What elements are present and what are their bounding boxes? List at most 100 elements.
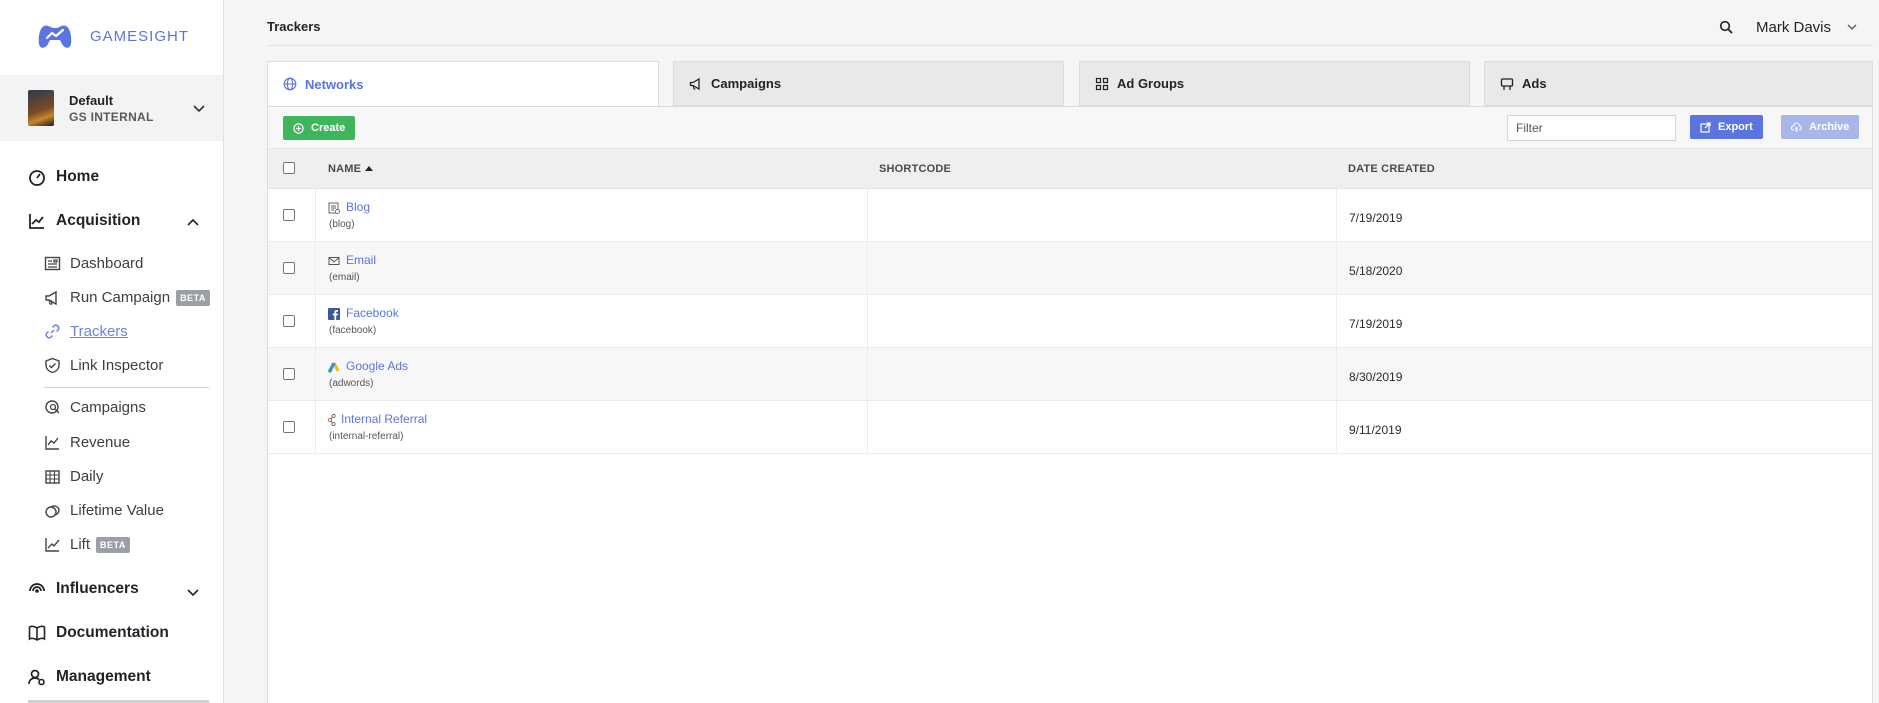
- sidebar-item-trackers[interactable]: Trackers: [44, 323, 128, 340]
- network-code: (email): [329, 272, 360, 283]
- nav-documentation[interactable]: Documentation: [28, 624, 169, 642]
- nav-acquisition[interactable]: Acquisition: [28, 212, 140, 230]
- sidebar-item-campaigns[interactable]: Campaigns: [44, 399, 146, 416]
- nav-documentation-label: Documentation: [56, 624, 169, 641]
- users-cog-icon: [28, 669, 45, 686]
- network-code: (internal-referral): [329, 431, 404, 442]
- date-created: 7/19/2019: [1349, 211, 1403, 225]
- column-divider: [1336, 189, 1337, 241]
- nav-influencers[interactable]: Influencers: [28, 580, 139, 598]
- network-name-link[interactable]: Email: [346, 253, 376, 267]
- create-button[interactable]: Create: [283, 116, 356, 140]
- network-name-link[interactable]: Google Ads: [346, 359, 408, 373]
- date-created: 5/18/2020: [1349, 264, 1403, 278]
- sidebar-item-label: Daily: [70, 468, 104, 485]
- row-checkbox[interactable]: [283, 262, 295, 274]
- plus-circle-icon: [293, 122, 304, 134]
- grid-icon: [1095, 77, 1109, 90]
- table-row: Blog (blog) 7/19/2019: [268, 189, 1872, 242]
- nav-divider: [44, 387, 209, 388]
- tab-label: Ad Groups: [1117, 76, 1185, 91]
- brand-logo[interactable]: GAMESIGHT: [38, 22, 189, 50]
- network-name-link[interactable]: Blog: [346, 200, 370, 214]
- cloud-upload-icon: [1791, 122, 1802, 132]
- column-header-date-created[interactable]: DATE CREATED: [1348, 163, 1435, 175]
- globe-icon: [283, 77, 297, 91]
- row-checkbox[interactable]: [283, 209, 295, 221]
- sidebar-item-revenue[interactable]: Revenue: [44, 434, 130, 451]
- sort-ascending-icon: [365, 166, 374, 171]
- column-divider: [315, 401, 316, 453]
- filter-input[interactable]: [1507, 115, 1676, 141]
- column-divider: [867, 295, 868, 347]
- network-code: (facebook): [329, 325, 377, 336]
- tab-networks[interactable]: Networks: [267, 61, 659, 107]
- beta-badge: BETA: [96, 536, 130, 553]
- sidebar-item-label: Campaigns: [70, 399, 146, 416]
- page-title: Trackers: [267, 19, 321, 34]
- column-divider: [315, 295, 316, 347]
- column-divider: [867, 242, 868, 294]
- network-code: (blog): [329, 219, 355, 230]
- trackers-panel: Create Export Archive NAME SHORTCODE DAT…: [267, 106, 1873, 703]
- search-icon[interactable]: [1719, 20, 1733, 34]
- nav-home-label: Home: [56, 168, 100, 185]
- column-header-shortcode[interactable]: SHORTCODE: [879, 163, 951, 175]
- sidebar-item-link-inspector[interactable]: Link Inspector: [44, 357, 163, 374]
- external-link-icon: [1700, 121, 1711, 133]
- billboard-icon: [1500, 77, 1514, 90]
- sidebar-item-lifetime-value[interactable]: Lifetime Value: [44, 502, 164, 519]
- google-ads-icon: [328, 362, 340, 373]
- chevron-up-icon[interactable]: [186, 215, 200, 229]
- link-icon: [45, 324, 60, 339]
- column-header-name[interactable]: NAME: [328, 163, 374, 175]
- chevron-down-icon[interactable]: [1846, 21, 1858, 33]
- referral-icon: [328, 414, 336, 426]
- workspace-switcher[interactable]: Default GS INTERNAL: [0, 75, 223, 141]
- sidebar-item-run-campaign[interactable]: Run Campaign BETA: [44, 289, 210, 306]
- nav-management[interactable]: Management: [28, 668, 151, 686]
- network-name-link[interactable]: Facebook: [346, 306, 399, 320]
- column-divider: [1336, 348, 1337, 400]
- column-divider: [315, 189, 316, 241]
- sidebar: GAMESIGHT Default GS INTERNAL Home Acqui…: [0, 0, 224, 703]
- tab-label: Campaigns: [711, 76, 782, 91]
- tab-campaigns[interactable]: Campaigns: [673, 61, 1064, 106]
- nav-home[interactable]: Home: [28, 168, 99, 186]
- calendar-icon: [45, 470, 60, 484]
- megaphone-icon: [45, 290, 57, 306]
- column-label: NAME: [328, 163, 362, 175]
- trend-up-icon: [45, 538, 60, 552]
- tab-label: Ads: [1522, 76, 1547, 91]
- tab-ads[interactable]: Ads: [1484, 61, 1873, 106]
- sidebar-item-dashboard[interactable]: Dashboard: [44, 255, 143, 272]
- nav-influencers-label: Influencers: [56, 580, 139, 597]
- column-divider: [1336, 295, 1337, 347]
- table-row: Internal Referral (internal-referral) 9/…: [268, 401, 1872, 454]
- column-divider: [315, 242, 316, 294]
- export-button[interactable]: Export: [1690, 115, 1763, 139]
- network-code: (adwords): [329, 378, 374, 389]
- select-all-checkbox[interactable]: [283, 162, 295, 174]
- archive-button-label: Archive: [1809, 121, 1850, 133]
- workspace-org: GS INTERNAL: [69, 110, 154, 124]
- archive-button[interactable]: Archive: [1781, 115, 1860, 139]
- row-checkbox[interactable]: [283, 368, 295, 380]
- tab-ad-groups[interactable]: Ad Groups: [1079, 61, 1470, 106]
- user-menu[interactable]: Mark Davis: [1756, 19, 1831, 36]
- export-button-label: Export: [1718, 121, 1753, 133]
- sidebar-item-lift[interactable]: Lift BETA: [44, 536, 130, 553]
- create-button-label: Create: [311, 122, 346, 134]
- row-checkbox[interactable]: [283, 315, 295, 327]
- row-checkbox[interactable]: [283, 421, 295, 433]
- sidebar-item-label: Dashboard: [70, 255, 144, 272]
- workspace-avatar: [28, 90, 54, 126]
- table-row: Google Ads (adwords) 8/30/2019: [268, 348, 1872, 401]
- network-name-link[interactable]: Internal Referral: [341, 412, 427, 426]
- table-header: NAME SHORTCODE DATE CREATED: [268, 149, 1872, 189]
- chevron-down-icon[interactable]: [186, 585, 200, 599]
- megaphone-icon: [689, 77, 700, 90]
- gamepad-logo-icon: [38, 25, 72, 48]
- sidebar-item-daily[interactable]: Daily: [44, 468, 103, 485]
- column-divider: [315, 348, 316, 400]
